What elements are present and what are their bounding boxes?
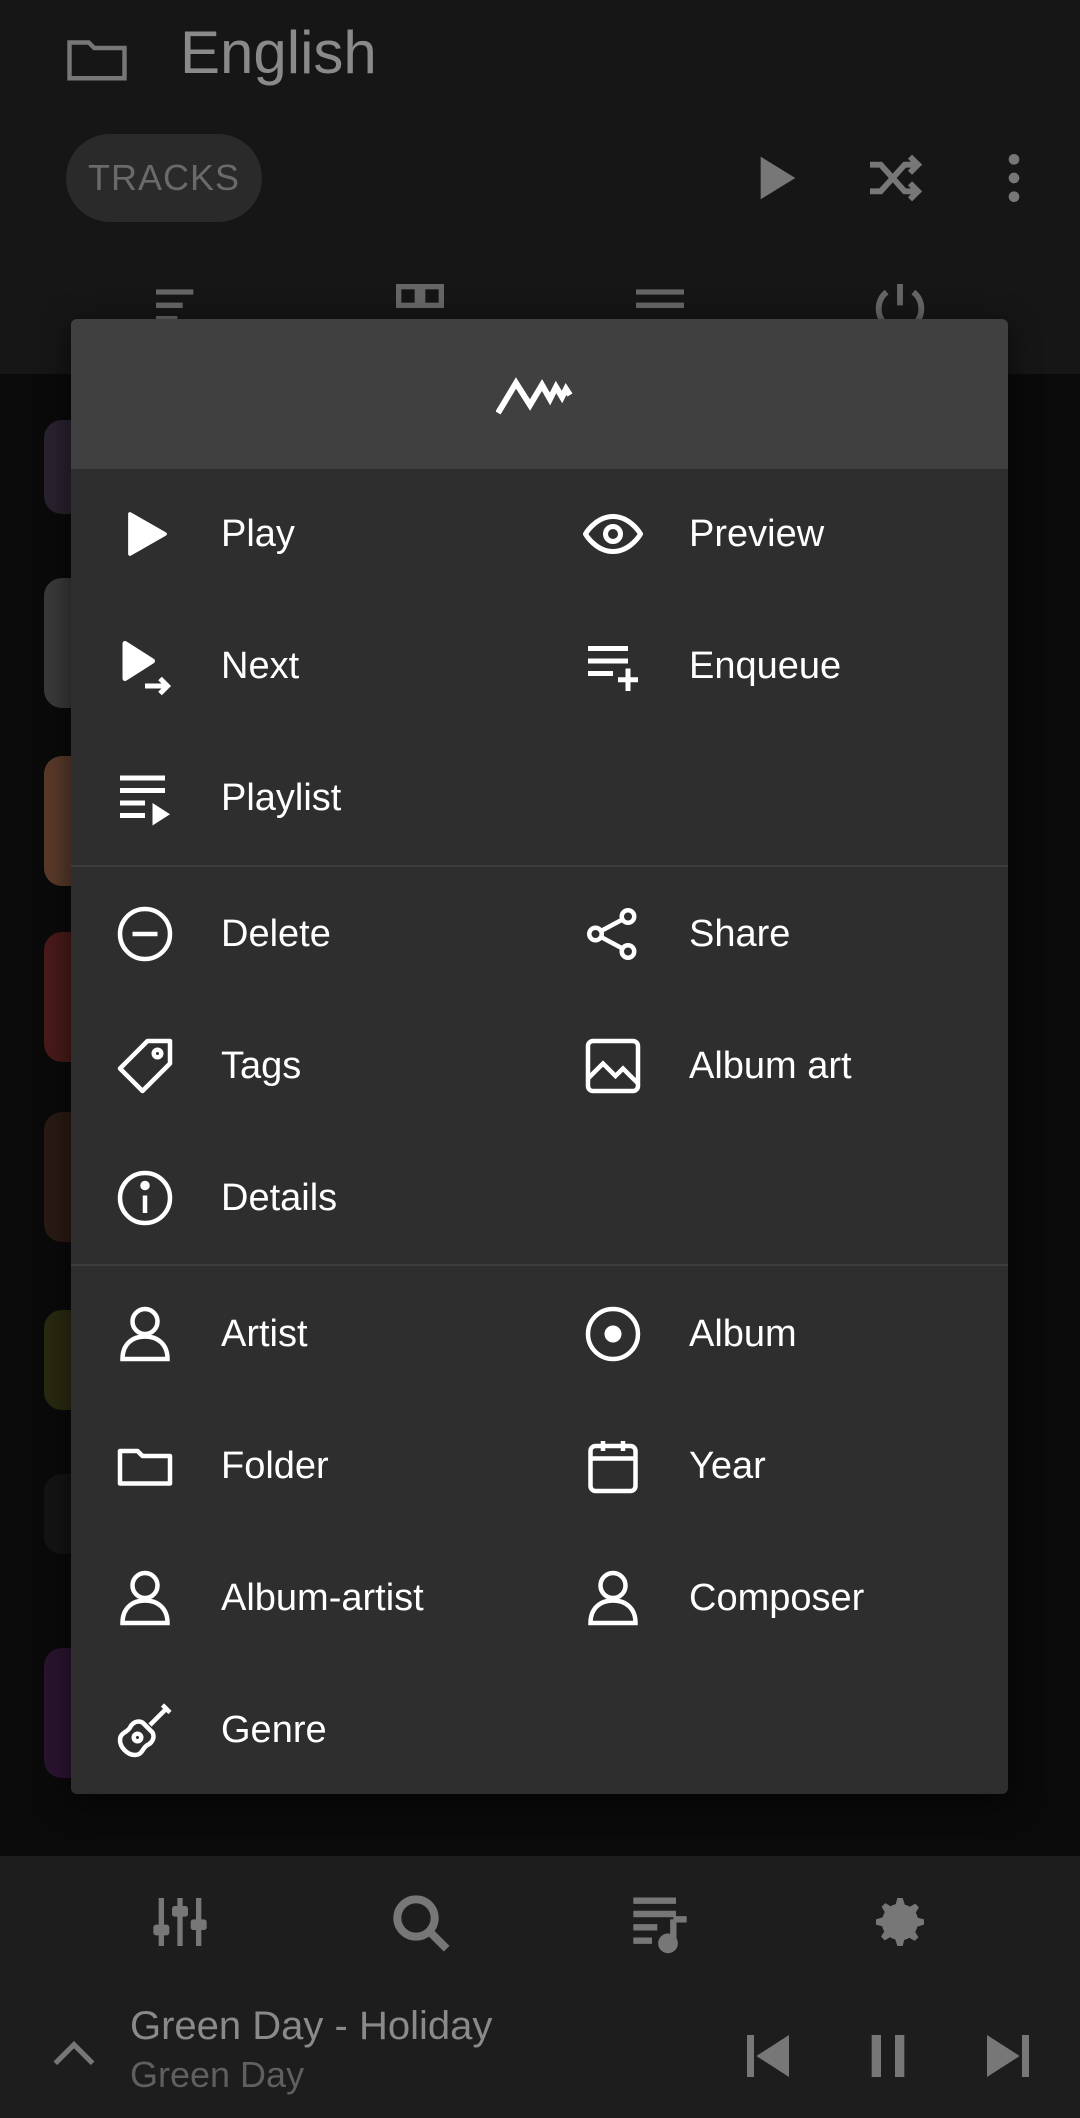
- play-next-icon: [122, 641, 172, 696]
- menu-item-label: Enqueue: [689, 644, 842, 687]
- chevron-up-icon[interactable]: [46, 2026, 102, 2082]
- more-options-icon[interactable]: [982, 146, 1046, 210]
- queue-music-icon[interactable]: [628, 1890, 692, 1954]
- disc-icon: [585, 1306, 641, 1362]
- minus-circle-icon: [117, 906, 173, 962]
- previous-track-icon[interactable]: [740, 2028, 796, 2084]
- menu-item-year[interactable]: Year: [539, 1411, 979, 1521]
- tag-icon: [117, 1038, 173, 1094]
- play-icon: [128, 512, 167, 556]
- app-logo-icon: [496, 377, 573, 415]
- section-divider: [71, 1264, 1008, 1266]
- menu-item-label: Album art: [689, 1044, 852, 1087]
- menu-item-label: Play: [221, 512, 295, 555]
- settings-gear-icon[interactable]: [868, 1890, 932, 1954]
- play-icon[interactable]: [742, 146, 806, 210]
- bottom-navigation: [0, 1856, 1080, 1988]
- menu-item-delete[interactable]: Delete: [71, 879, 511, 989]
- calendar-icon: [588, 1441, 638, 1494]
- shuffle-icon[interactable]: [862, 146, 926, 210]
- menu-item-label: Share: [689, 912, 791, 955]
- menu-item-label: Next: [221, 644, 300, 687]
- equalizer-icon[interactable]: [148, 1890, 212, 1954]
- folder-icon[interactable]: [64, 26, 130, 92]
- menu-item-label: Details: [221, 1176, 338, 1219]
- page-title: English: [180, 19, 377, 86]
- menu-item-artist[interactable]: Artist: [71, 1279, 511, 1389]
- menu-item-tags[interactable]: Tags: [71, 1011, 511, 1121]
- menu-item-composer[interactable]: Composer: [539, 1543, 979, 1653]
- menu-item-album-art[interactable]: Album art: [539, 1011, 979, 1121]
- person-icon: [588, 1570, 638, 1626]
- menu-item-label: Album-artist: [221, 1576, 424, 1619]
- dialog-header: [71, 319, 1008, 469]
- info-icon: [117, 1170, 173, 1226]
- share-icon: [587, 908, 637, 960]
- menu-item-label: Delete: [221, 912, 331, 955]
- image-icon: [585, 1038, 641, 1094]
- menu-item-next[interactable]: Next: [71, 611, 511, 721]
- menu-item-label: Composer: [689, 1576, 865, 1619]
- menu-item-label: Album: [689, 1312, 797, 1355]
- person-icon: [120, 1570, 170, 1626]
- menu-item-label: Genre: [221, 1708, 327, 1751]
- menu-item-album[interactable]: Album: [539, 1279, 979, 1389]
- menu-item-folder[interactable]: Folder: [71, 1411, 511, 1521]
- person-icon: [120, 1306, 170, 1362]
- menu-item-playlist[interactable]: Playlist: [71, 743, 511, 853]
- track-options-dialog: Play Preview Next Enqueue Playlist Delet…: [71, 319, 1008, 1794]
- menu-item-play[interactable]: Play: [71, 479, 511, 589]
- playlist-icon: [120, 775, 170, 826]
- menu-item-album-artist[interactable]: Album-artist: [71, 1543, 511, 1653]
- menu-item-label: Tags: [221, 1044, 302, 1087]
- now-playing-artist: Green Day: [130, 2054, 305, 2095]
- now-playing-title: Green Day - Holiday: [130, 2004, 493, 2048]
- menu-item-label: Artist: [221, 1312, 308, 1355]
- pause-icon[interactable]: [860, 2028, 916, 2084]
- folder-icon: [117, 1448, 173, 1486]
- enqueue-icon: [588, 646, 638, 691]
- eye-icon: [583, 513, 643, 555]
- menu-item-share[interactable]: Share: [539, 879, 979, 989]
- menu-item-genre[interactable]: Genre: [71, 1675, 511, 1785]
- tab-tracks[interactable]: TRACKS: [66, 134, 262, 222]
- mini-player[interactable]: Green Day - Holiday Green Day: [0, 1988, 1080, 2118]
- top-bar: English TRACKS: [0, 0, 1080, 374]
- menu-item-enqueue[interactable]: Enqueue: [539, 611, 979, 721]
- menu-item-label: Preview: [689, 512, 825, 555]
- menu-item-label: Year: [689, 1444, 766, 1487]
- search-icon[interactable]: [388, 1890, 452, 1954]
- guitar-icon: [117, 1703, 172, 1758]
- section-divider: [71, 865, 1008, 867]
- menu-item-label: Playlist: [221, 776, 342, 819]
- menu-item-preview[interactable]: Preview: [539, 479, 979, 589]
- menu-item-label: Folder: [221, 1444, 329, 1487]
- next-track-icon[interactable]: [980, 2028, 1036, 2084]
- menu-item-details[interactable]: Details: [71, 1143, 511, 1253]
